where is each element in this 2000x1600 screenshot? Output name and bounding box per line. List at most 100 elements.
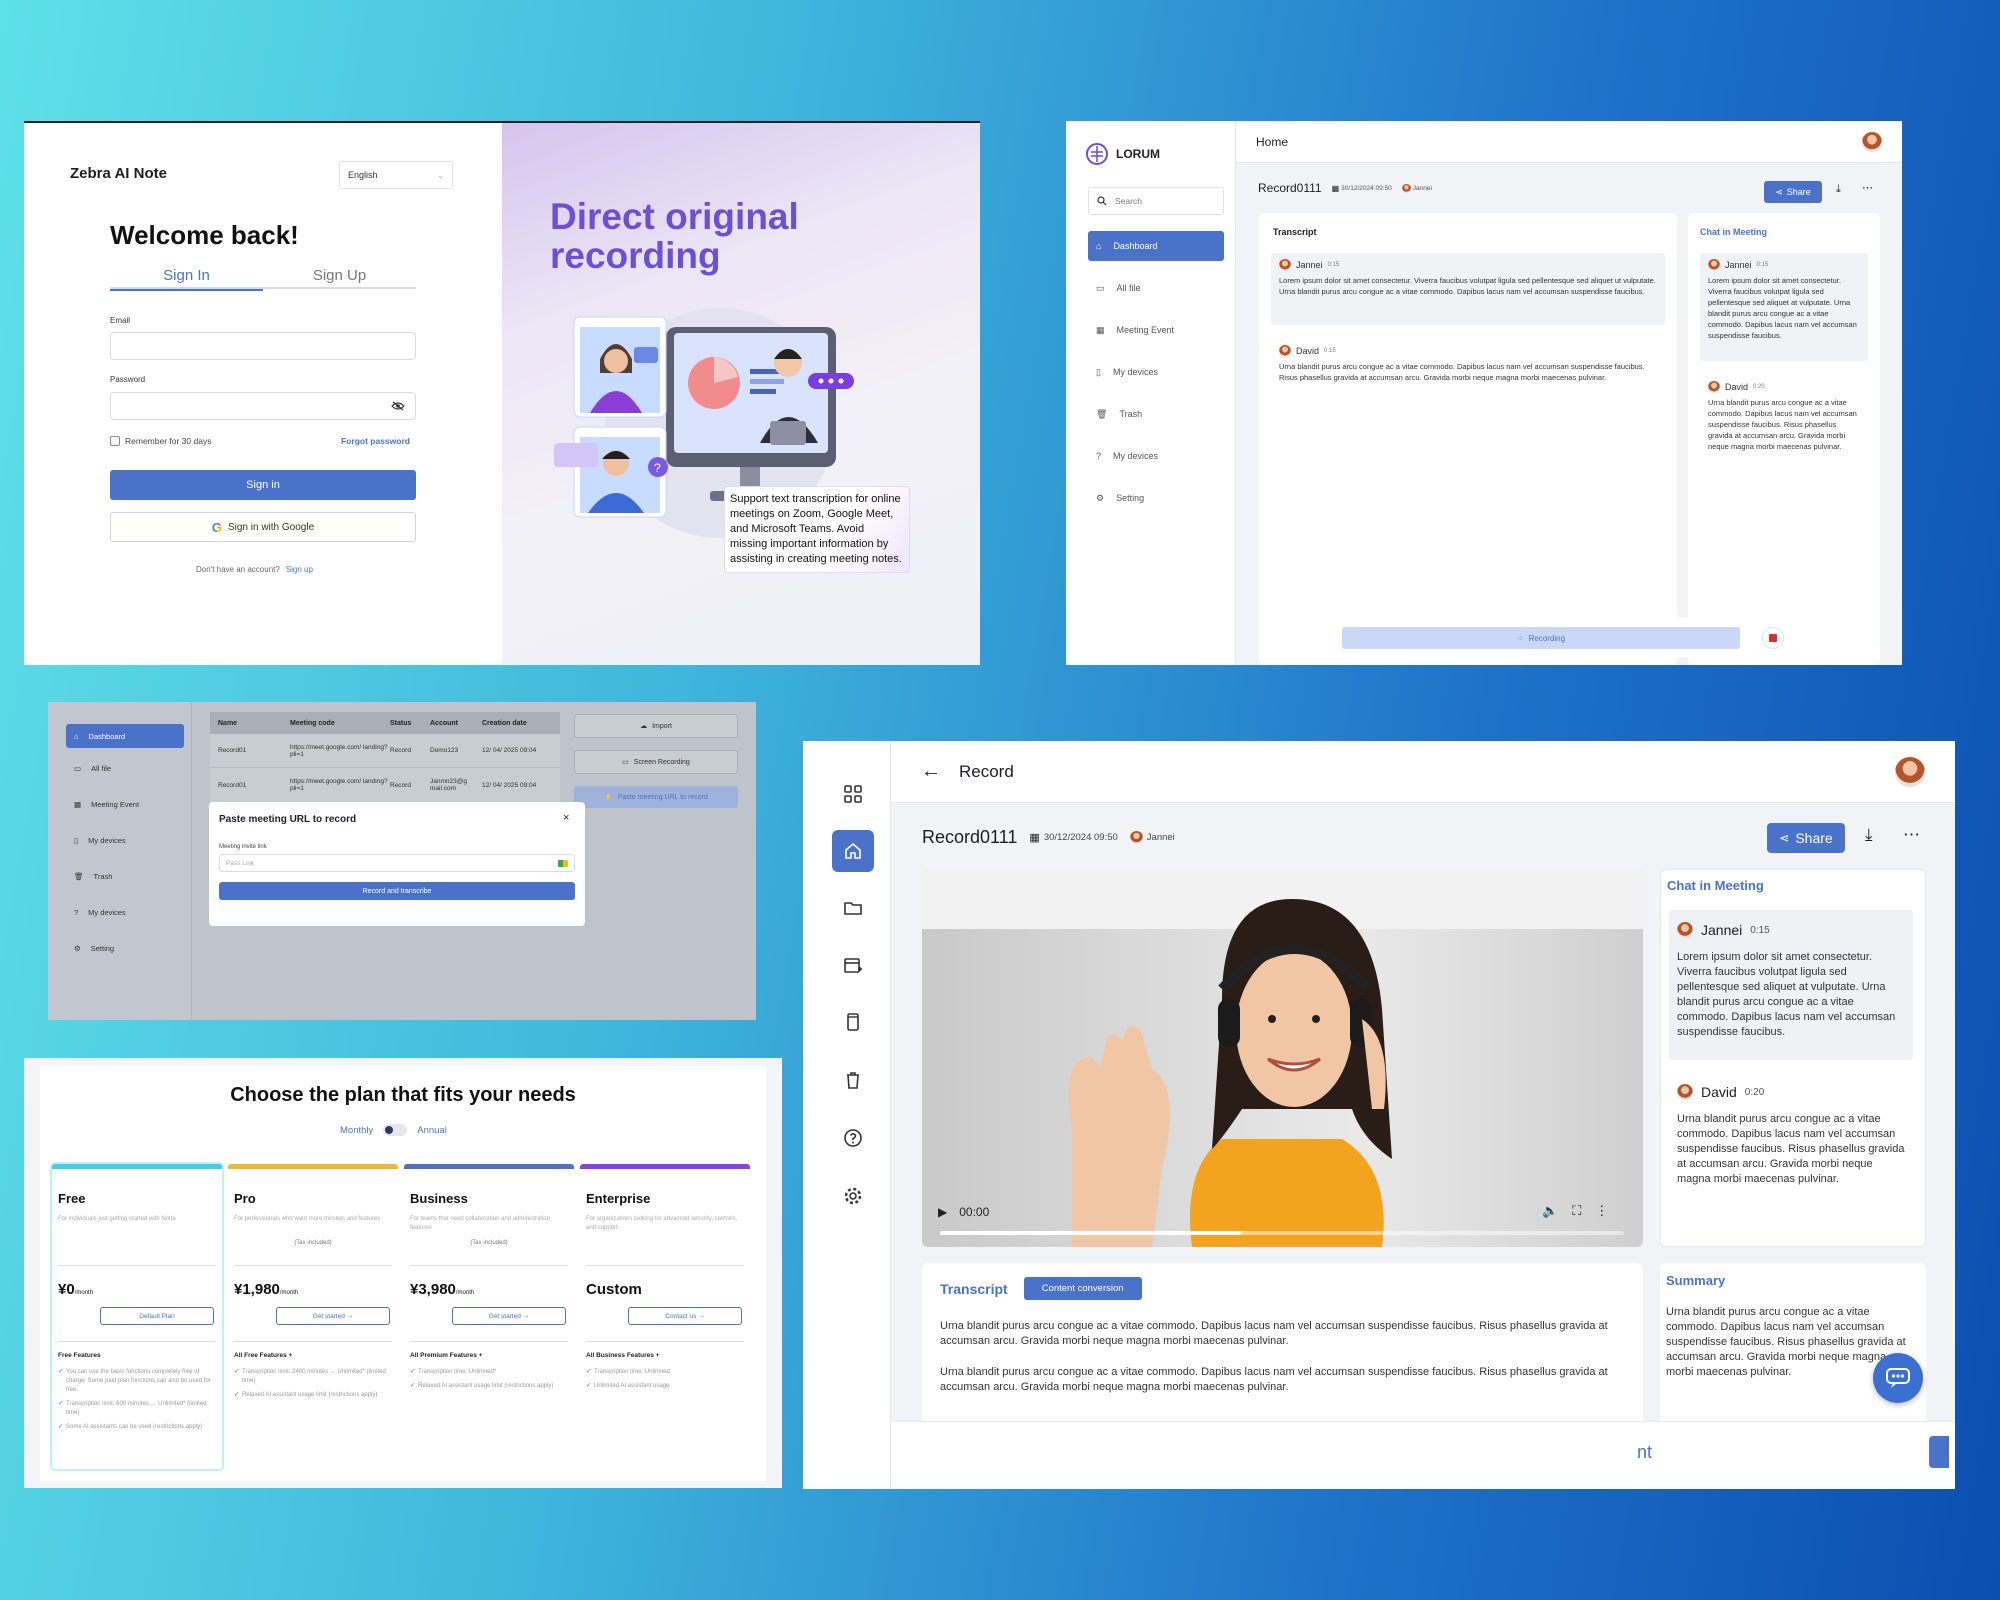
table-row[interactable]: Record01 https://meet.google.com/ landin… xyxy=(210,768,560,802)
grid-icon[interactable] xyxy=(832,773,874,815)
tab-sign-in[interactable]: Sign In xyxy=(110,267,263,291)
sidebar-item-trash[interactable]: 🗑 Trash xyxy=(1088,399,1224,429)
forgot-password-link[interactable]: Forgot password xyxy=(341,436,410,446)
table-cell: 12/ 04/ 2025 09:04 xyxy=(482,747,537,754)
more-icon[interactable]: ⋯ xyxy=(1903,825,1920,845)
monthly-label[interactable]: Monthly xyxy=(340,1125,373,1136)
speaker-time: 0:20 xyxy=(1753,383,1765,390)
sidebar-item-all-file[interactable]: ▭ All file xyxy=(74,764,111,773)
search-icon xyxy=(1097,196,1107,206)
folder-icon[interactable] xyxy=(832,887,874,929)
plan-card-business[interactable]: Business For teams that need collaborati… xyxy=(404,1164,574,1469)
sidebar-item-dashboard[interactable]: ⌂ Dashboard xyxy=(1088,231,1224,261)
sidebar-item-my-devices[interactable]: ▯ My devices xyxy=(1088,357,1224,387)
remember-me[interactable]: Remember for 30 days xyxy=(110,436,211,446)
language-value: English xyxy=(348,170,378,180)
recording-bar[interactable]: ⁘ Recording xyxy=(1342,627,1740,649)
share-button[interactable]: ⋖ Share xyxy=(1767,823,1845,853)
get-started-button[interactable]: Get started → xyxy=(276,1307,390,1325)
column-header: Name xyxy=(218,719,238,727)
contact-us-button[interactable]: Contact us → xyxy=(628,1307,742,1325)
plan-card-free[interactable]: Free For individuals just getting starte… xyxy=(52,1164,222,1469)
eye-off-icon[interactable] xyxy=(391,401,405,411)
cloud-icon: ☁ xyxy=(640,723,648,730)
remember-checkbox[interactable] xyxy=(110,436,120,446)
share-button[interactable]: ⋖ Share xyxy=(1764,181,1822,203)
record-date: 30/12/2024 09:50 xyxy=(1043,832,1118,843)
sidebar-item-setting[interactable]: ⚙ Setting xyxy=(1088,483,1224,513)
paste-url-button[interactable]: ⚡ Paste meeting URL to record xyxy=(574,786,738,808)
sidebar-item-trash[interactable]: 🗑 Trash xyxy=(74,872,112,881)
email-field[interactable] xyxy=(110,332,416,360)
gear-icon[interactable] xyxy=(832,1175,874,1217)
avatar xyxy=(1279,345,1291,357)
default-plan-button[interactable]: Default Plan xyxy=(100,1307,214,1325)
sidebar-item-all-file[interactable]: ▭ All file xyxy=(1088,273,1224,303)
sidebar-item-help[interactable]: ? My devices xyxy=(74,908,126,917)
annual-label[interactable]: Annual xyxy=(417,1125,447,1136)
screen-recording-button[interactable]: ▭ Screen Recording xyxy=(574,750,738,774)
avatar[interactable] xyxy=(1895,756,1925,787)
meeting-link-input[interactable]: Pass Link xyxy=(219,854,575,872)
footer-button[interactable] xyxy=(1929,1436,1949,1468)
sidebar-item-setting[interactable]: ⚙ Setting xyxy=(74,944,114,953)
avatar[interactable] xyxy=(1862,131,1882,152)
download-icon[interactable]: ⤓ xyxy=(1836,183,1841,196)
billing-switch[interactable] xyxy=(383,1124,408,1136)
calendar-icon: ▦ xyxy=(74,800,82,809)
transcript-title: Transcript xyxy=(1273,227,1317,237)
password-field[interactable] xyxy=(110,392,416,420)
fullscreen-icon[interactable]: ⛶ xyxy=(1572,1203,1581,1219)
button-label: Paste meeting URL to record xyxy=(617,793,708,801)
help-icon[interactable] xyxy=(832,1117,874,1159)
plan-card-pro[interactable]: Pro For professionals who want more minu… xyxy=(228,1164,398,1469)
more-vertical-icon[interactable]: ⋮ xyxy=(1595,1203,1608,1219)
plan-name: Business xyxy=(410,1191,468,1206)
tab-transcript[interactable]: Transcript xyxy=(940,1281,1008,1297)
import-button[interactable]: ☁ Import xyxy=(574,714,738,738)
language-select[interactable]: English ⌄ xyxy=(339,161,453,189)
google-meet-icon xyxy=(558,859,568,867)
record-and-transcribe-button[interactable]: Record and transcribe xyxy=(219,882,575,900)
close-icon[interactable]: × xyxy=(563,812,569,824)
sign-in-button[interactable]: Sign in xyxy=(110,470,416,500)
tab-content-conversion[interactable]: Content conversion xyxy=(1023,1277,1142,1300)
question-icon: ? xyxy=(1096,451,1102,461)
sidebar-item-meeting-event[interactable]: ▦ Meeting Event xyxy=(1088,315,1224,345)
login-screen: Zebra AI Note English ⌄ Welcome back! Si… xyxy=(24,121,980,665)
home-icon[interactable] xyxy=(832,830,874,872)
download-icon[interactable]: ⤓ xyxy=(1865,825,1873,845)
calendar-add-icon[interactable] xyxy=(832,944,874,986)
sidebar-item-my-devices[interactable]: ▯ My devices xyxy=(74,836,126,845)
video-progress-track[interactable] xyxy=(940,1231,1624,1235)
sidebar-item-help[interactable]: ? My devices xyxy=(1088,441,1224,471)
trash-icon[interactable] xyxy=(832,1059,874,1101)
record-title: Record0111 xyxy=(922,827,1018,847)
modal-label: Meeting invite link xyxy=(219,844,267,850)
home-icon: ⌂ xyxy=(1096,241,1102,251)
stop-button[interactable] xyxy=(1762,627,1784,649)
sign-up-link[interactable]: Sign up xyxy=(286,565,313,574)
chat-bubble-icon xyxy=(1886,1368,1910,1388)
chat-message-jannei: Jannei 0:15 Lorem ipsum dolor sit amet co… xyxy=(1669,910,1913,1060)
feature-list: Transcription time: Unlimited* Relaxed AI… xyxy=(410,1368,568,1396)
play-icon[interactable]: ▶ xyxy=(938,1205,947,1219)
tab-sign-up[interactable]: Sign Up xyxy=(263,267,416,284)
volume-icon[interactable]: 🔈 xyxy=(1542,1203,1558,1219)
sidebar-item-meeting-event[interactable]: ▦ Meeting Event xyxy=(74,800,139,809)
phone-icon: ▯ xyxy=(1096,366,1101,377)
chat-bot-button[interactable] xyxy=(1873,1353,1923,1403)
video-player[interactable]: ▶ 00:00 🔈 ⛶ ⋮ xyxy=(922,869,1643,1247)
calendar-icon: ▦ xyxy=(1331,183,1340,193)
plan-card-enterprise[interactable]: Enterprise For organizations looking for… xyxy=(580,1164,750,1469)
more-icon[interactable]: ⋯ xyxy=(1862,181,1873,194)
back-arrow-icon[interactable]: ← xyxy=(921,760,941,783)
sidebar-item-dashboard[interactable]: ⌂ Dashboard xyxy=(66,724,184,748)
search-input[interactable]: Search xyxy=(1088,187,1224,215)
google-sign-in-button[interactable]: G Sign in with Google xyxy=(110,512,416,542)
get-started-button[interactable]: Get started → xyxy=(452,1307,566,1325)
table-row[interactable]: Record01 https://meet.google.com/ landin… xyxy=(210,734,560,768)
avatar xyxy=(1708,259,1720,271)
record-user: Jannei xyxy=(1146,832,1175,843)
phone-icon[interactable] xyxy=(832,1001,874,1043)
